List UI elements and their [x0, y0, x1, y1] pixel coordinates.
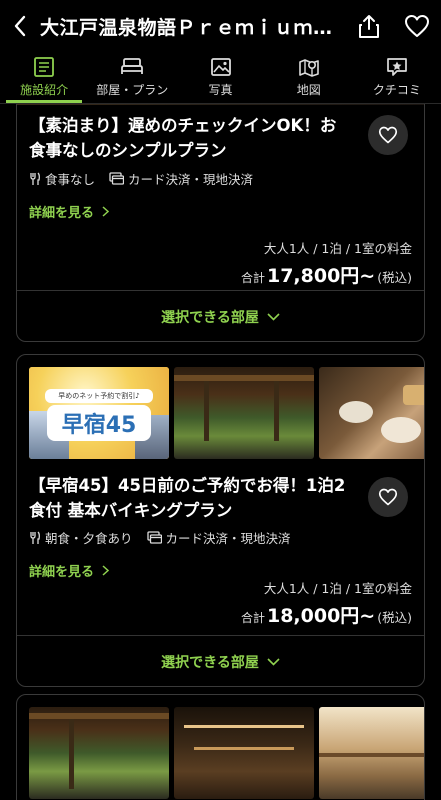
app-header: 大江戸温泉物語Ｐｒｅｍｉｕｍ… [0, 0, 441, 52]
price-total: 合計 18,000円~ (税込) [29, 601, 412, 628]
tab-label: 写真 [208, 83, 233, 97]
cutlery-icon [30, 531, 40, 544]
favorite-button[interactable] [393, 0, 441, 52]
plan-tags: 食事なし カード決済・現地決済 [29, 169, 412, 188]
plan-photo-strip[interactable] [17, 695, 424, 800]
tab-label: 地図 [296, 83, 321, 97]
select-room-button[interactable]: 選択できる部屋 [17, 636, 424, 686]
bed-icon [121, 58, 144, 74]
heart-icon [378, 488, 398, 506]
back-button[interactable] [0, 0, 40, 52]
map-icon [298, 59, 319, 77]
payment-tag: カード決済・現地決済 [109, 169, 253, 188]
tab-map[interactable]: 地図 [265, 52, 353, 103]
banner-caption: 早めのネット予約で割引♪ [45, 389, 153, 403]
share-icon [359, 15, 379, 38]
plan-photo [174, 707, 314, 799]
tab-rooms-plans[interactable]: 部屋・プラン [88, 52, 176, 103]
plan-list[interactable]: 【素泊まり】遅めのチェックインOK！お食事なしのシンプルプラン 食事なし カード… [0, 104, 441, 800]
meal-tag: 食事なし [29, 169, 95, 188]
banner-title: 早宿45 [47, 405, 151, 441]
plan-tags: 朝食・夕食あり カード決済・現地決済 [29, 528, 412, 547]
plan-title[interactable]: 【素泊まり】遅めのチェックインOK！お食事なしのシンプルプラン [29, 113, 412, 163]
payment-tag: カード決済・現地決済 [146, 528, 291, 547]
heart-icon [378, 126, 398, 144]
chevron-right-icon [102, 565, 110, 576]
price-condition: 大人1人 / 1泊 / 1室の料金 [263, 581, 412, 596]
plan-banner-image: 早めのネット予約で割引♪ 早宿45 [29, 367, 169, 459]
price-total: 合計 17,800円~ (税込) [29, 261, 412, 288]
tab-bar: 施設紹介 部屋・プラン 写真 地図 クチコミ [0, 52, 441, 104]
tab-label: 部屋・プラン [96, 83, 169, 97]
meal-tag: 朝食・夕食あり [29, 528, 133, 547]
plan-card: 早めのネット予約で割引♪ 早宿45 【早宿45】45日前のご予約でお得！1泊2食… [16, 354, 425, 687]
select-room-button[interactable]: 選択できる部屋 [17, 291, 424, 341]
tab-label: 施設紹介 [20, 83, 69, 97]
plan-card [16, 694, 425, 800]
credit-card-icon [146, 531, 162, 544]
heart-icon [405, 15, 429, 37]
chevron-right-icon [102, 206, 110, 217]
tab-photos[interactable]: 写真 [176, 52, 264, 103]
favorite-plan-button[interactable] [368, 115, 408, 155]
credit-card-icon [109, 172, 125, 185]
price-condition: 大人1人 / 1泊 / 1室の料金 [263, 241, 412, 256]
chevron-down-icon [267, 658, 280, 666]
plan-photo [174, 367, 314, 459]
page-title: 大江戸温泉物語Ｐｒｅｍｉｕｍ… [40, 16, 333, 39]
tab-label: クチコミ [372, 83, 421, 97]
plan-card: 【素泊まり】遅めのチェックインOK！お食事なしのシンプルプラン 食事なし カード… [16, 104, 425, 342]
detail-link[interactable]: 詳細を見る [29, 202, 412, 221]
plan-title[interactable]: 【早宿45】45日前のご予約でお得！1泊2食付 基本バイキングプラン [29, 473, 412, 523]
plan-photo [29, 707, 169, 799]
price-amount: 17,800円~ [266, 265, 376, 287]
plan-photo [319, 367, 424, 459]
plan-photo-strip[interactable]: 早めのネット予約で割引♪ 早宿45 [17, 355, 424, 463]
tab-facility-info[interactable]: 施設紹介 [0, 52, 88, 103]
share-button[interactable] [345, 0, 393, 52]
chevron-left-icon [14, 15, 26, 37]
review-icon [387, 58, 407, 76]
favorite-plan-button[interactable] [368, 477, 408, 517]
chevron-down-icon [267, 313, 280, 321]
tab-reviews[interactable]: クチコミ [353, 52, 441, 103]
plan-photo [319, 707, 424, 799]
plan-photo-strip [17, 104, 424, 105]
price-amount: 18,000円~ [266, 605, 376, 627]
document-icon [34, 57, 54, 77]
image-icon [210, 58, 231, 76]
cutlery-icon [30, 172, 40, 185]
